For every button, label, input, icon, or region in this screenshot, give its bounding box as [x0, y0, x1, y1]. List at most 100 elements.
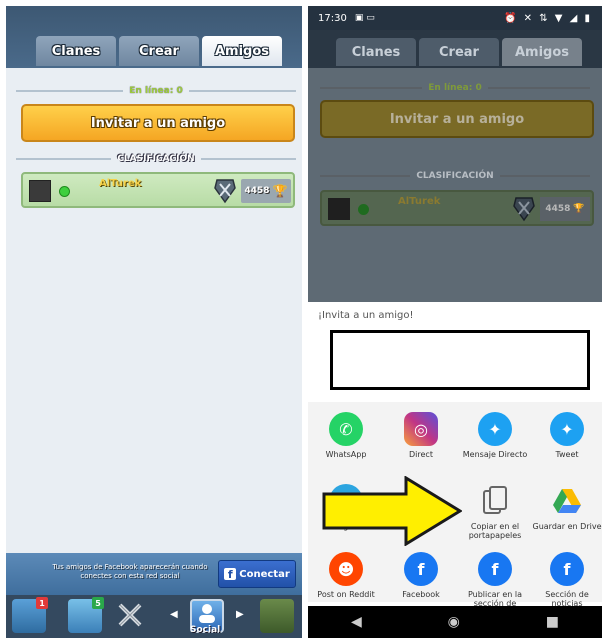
nav-left-arrow-icon[interactable]: ◀ — [170, 609, 178, 620]
share-sheet: ¡Invita a un amigo! ✆ WhatsApp ◎ Direct … — [308, 302, 602, 608]
tab-amigos[interactable]: Amigos — [202, 36, 282, 66]
app-label: WhatsApp — [325, 450, 367, 459]
share-app-drive[interactable]: Guardar en Drive — [532, 484, 602, 531]
twitter-icon: ✦ — [478, 412, 512, 446]
trophy-count: 4458 — [244, 186, 270, 196]
tab-crear[interactable]: Crear — [119, 36, 199, 66]
trophy-icon: 🏆 — [573, 204, 585, 214]
share-app-reddit[interactable]: ☻ Post on Reddit — [311, 552, 381, 599]
app-label: Copiar en el portapapeles — [468, 522, 522, 540]
android-share-screen: 17:30 ▣ ▭ ⏰ ✕ ⇅ ▼ ◢ ▮ Clanes Crear Amigo… — [308, 6, 602, 638]
tab-bar: Clanes Crear Amigos — [6, 6, 302, 68]
tab-amigos: Amigos — [502, 38, 582, 66]
app-label: Direct — [409, 450, 433, 459]
facebook-banner-text: Tus amigos de Facebook aparecerán cuando… — [52, 563, 208, 580]
online-header: En línea: 0 — [320, 82, 590, 94]
divider — [320, 87, 423, 89]
invite-friend-button: Invitar a un amigo — [320, 100, 594, 138]
share-app-copy[interactable]: Copiar en el portapapeles — [460, 484, 530, 540]
dim-tab-bar: Clanes Crear Amigos — [308, 30, 602, 68]
avatar — [29, 180, 51, 202]
ranking-header: CLASIFICACIÓN — [16, 152, 296, 166]
reddit-icon: ☻ — [329, 552, 363, 586]
facebook-icon: f — [224, 568, 237, 581]
share-app-facebook-post[interactable]: f Publicar en la sección de — [460, 552, 530, 608]
notification-badge: 5 — [92, 597, 104, 609]
online-status-icon — [358, 204, 369, 215]
social-icon — [199, 604, 215, 623]
share-app-mensaje-directo[interactable]: ✦ Mensaje Directo — [460, 412, 530, 459]
avatar — [328, 198, 350, 220]
copy-icon — [478, 484, 512, 518]
divider — [188, 90, 296, 92]
divider — [200, 158, 296, 160]
ranking-label: CLASIFICACIÓN — [416, 171, 494, 181]
notification-badge: 1 — [36, 597, 48, 609]
divider — [320, 175, 411, 177]
nav-battle[interactable] — [114, 599, 148, 633]
notification-icons: ▣ ▭ — [354, 13, 375, 23]
online-status-icon — [59, 186, 70, 197]
share-app-facebook[interactable]: f Facebook — [386, 552, 456, 599]
share-app-direct[interactable]: ◎ Direct — [386, 412, 456, 459]
trophy-box: 4458 🏆 — [241, 179, 291, 203]
facebook-icon: f — [404, 552, 438, 586]
nav-social-label: Social — [190, 625, 221, 635]
screenshot-root: Clanes Crear Amigos En línea: 0 Invitar … — [0, 0, 602, 638]
facebook-banner: Tus amigos de Facebook aparecerán cuando… — [6, 553, 302, 595]
ranking-header: CLASIFICACIÓN — [320, 170, 590, 182]
share-app-tweet[interactable]: ✦ Tweet — [532, 412, 602, 459]
nav-cards[interactable]: 5 — [68, 597, 104, 633]
instagram-icon: ◎ — [404, 412, 438, 446]
tab-crear: Crear — [419, 38, 499, 66]
trophy-count: 4458 — [545, 204, 571, 214]
status-icons: ⏰ ✕ ⇅ ▼ ◢ ▮ — [504, 12, 592, 24]
share-preview-redacted — [330, 330, 590, 390]
arena-icon — [513, 197, 535, 222]
friend-name: AlTurek — [398, 196, 441, 207]
home-icon[interactable]: ◉ — [448, 614, 460, 630]
drive-icon — [550, 484, 584, 518]
divider — [499, 175, 590, 177]
crossed-swords-icon — [118, 603, 142, 627]
friend-list-item: AlTurek 4458 🏆 — [320, 190, 594, 226]
yellow-arrow-annotation — [322, 476, 462, 546]
game-social-screen: Clanes Crear Amigos En línea: 0 Invitar … — [6, 6, 302, 638]
nav-right-arrow-icon[interactable]: ▶ — [236, 609, 244, 620]
friends-content: En línea: 0 Invitar a un amigo CLASIFICA… — [6, 68, 302, 558]
invite-friend-button[interactable]: Invitar a un amigo — [21, 104, 295, 142]
friend-list-item[interactable]: AlTurek 4458 🏆 — [21, 172, 295, 208]
friend-name: AlTurek — [99, 178, 142, 189]
online-count: En línea: 0 — [129, 86, 183, 96]
share-app-whatsapp[interactable]: ✆ WhatsApp — [311, 412, 381, 459]
recent-apps-icon[interactable]: ■ — [546, 614, 559, 630]
app-label: Guardar en Drive — [532, 522, 602, 531]
arena-icon — [214, 179, 236, 204]
online-header: En línea: 0 — [16, 84, 296, 98]
connect-label: Conectar — [239, 568, 290, 580]
app-label: Post on Reddit — [317, 590, 375, 599]
ranking-label: CLASIFICACIÓN — [117, 154, 195, 164]
nav-shop-chest[interactable]: 1 — [12, 597, 48, 633]
facebook-icon: f — [550, 552, 584, 586]
twitter-icon: ✦ — [550, 412, 584, 446]
share-title: ¡Invita a un amigo! — [318, 310, 414, 321]
online-count: En línea: 0 — [428, 83, 482, 93]
back-icon[interactable]: ◀ — [351, 614, 362, 630]
dimmed-game-background: Clanes Crear Amigos En línea: 0 Invitar … — [308, 30, 602, 302]
app-label: Facebook — [402, 590, 440, 599]
tab-clanes[interactable]: Clanes — [36, 36, 116, 66]
share-app-facebook-news[interactable]: f Sección de noticias — [532, 552, 602, 608]
tab-clanes: Clanes — [336, 38, 416, 66]
divider — [16, 158, 112, 160]
app-label: Tweet — [555, 450, 579, 459]
trophy-icon: 🏆 — [272, 184, 288, 198]
android-nav-bar: ◀ ◉ ■ — [308, 606, 602, 638]
bottom-navigation: 1 5 ◀ Social ▶ — [6, 595, 302, 638]
nav-events[interactable] — [260, 599, 294, 633]
facebook-connect-button[interactable]: f Conectar — [218, 560, 296, 588]
divider — [487, 87, 590, 89]
facebook-icon: f — [478, 552, 512, 586]
clock: 17:30 — [318, 12, 347, 24]
status-bar: 17:30 ▣ ▭ ⏰ ✕ ⇅ ▼ ◢ ▮ — [308, 6, 602, 30]
